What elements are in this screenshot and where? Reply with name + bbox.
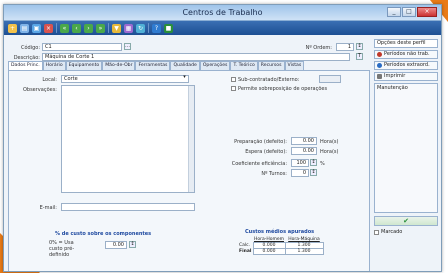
sobreposicao-checkbox[interactable] xyxy=(231,86,236,91)
coeficiente-unit: % xyxy=(320,161,325,167)
manutencao-label: Manutenção xyxy=(377,85,408,91)
report-icon[interactable]: ▦ xyxy=(124,23,133,33)
tab-horario[interactable]: Horário xyxy=(42,61,66,70)
confirm-check-icon[interactable]: ✔ xyxy=(374,216,438,226)
turnos-input[interactable]: 0 xyxy=(291,169,309,177)
title-bar: Centros de Trabalho _ □ × xyxy=(4,5,441,21)
toolbar-separator xyxy=(148,23,149,33)
subcontratado-checkbox[interactable] xyxy=(231,77,236,82)
turnos-spinner[interactable]: ↕ xyxy=(310,169,317,176)
custos-cell: 1.300 xyxy=(284,248,324,255)
custo-componentes-spinner[interactable]: ↕ xyxy=(129,241,136,248)
preparacao-unit: Hora(s) xyxy=(320,139,339,145)
coeficiente-spinner[interactable]: ↕ xyxy=(310,159,317,166)
tab-bar: Dados Princ. Horário Equipamento Mão-de-… xyxy=(8,61,370,70)
delete-icon[interactable]: × xyxy=(44,23,53,33)
coeficiente-input[interactable]: 100 xyxy=(291,159,309,167)
coeficiente-label: Coeficiente eficiência: xyxy=(231,161,287,167)
descricao-input[interactable]: Máquina de Corte 1 xyxy=(42,53,350,61)
marcado-label: Marcado xyxy=(381,229,403,235)
maximize-button[interactable]: □ xyxy=(402,7,416,17)
tab-qualidade[interactable]: Qualidade xyxy=(170,61,200,70)
preparacao-label: Preparação (defeito): xyxy=(234,139,287,145)
ordem-label: Nº Ordem: xyxy=(305,45,332,51)
toolbar: + ▤ ▣ × « ‹ › » ▼ ▦ ↻ ? ■ xyxy=(4,21,441,35)
new-icon[interactable]: + xyxy=(8,23,17,33)
custos-medios-title: Custos médios apurados xyxy=(245,229,315,235)
custos-cell: 0.000 xyxy=(252,248,286,255)
subcontratado-select[interactable] xyxy=(319,75,341,83)
tab-tempo-teorico[interactable]: T. Teórico xyxy=(230,61,258,70)
local-select[interactable]: Corte xyxy=(61,75,189,83)
tab-recursos[interactable]: Recursos xyxy=(257,61,285,70)
tab-dados-principais[interactable]: Dados Princ. xyxy=(8,61,43,70)
marcado-row: Marcado xyxy=(374,229,440,235)
save-icon[interactable]: ▣ xyxy=(32,23,41,33)
periodos-nao-trab-button[interactable]: Períodos não trab. xyxy=(374,50,438,59)
custo-componentes-input[interactable]: 0.00 xyxy=(105,241,127,249)
espera-unit: Hora(s) xyxy=(320,149,339,155)
printer-icon xyxy=(377,74,382,79)
email-input[interactable] xyxy=(61,203,195,211)
minimize-button[interactable]: _ xyxy=(387,7,401,17)
tab-equipamento[interactable]: Equipamento xyxy=(65,61,103,70)
custos-col-hora-homem: Hora-Homem xyxy=(253,237,285,242)
tab-vistas[interactable]: Vistas xyxy=(284,61,305,70)
email-label: E-mail: xyxy=(39,205,57,211)
profile-options-label: Opções deste perfil xyxy=(377,40,426,46)
translate-icon[interactable]: T xyxy=(356,53,363,60)
periodos-nao-trab-label: Períodos não trab. xyxy=(384,51,430,57)
tab-ferramentas[interactable]: Ferramentas xyxy=(135,61,171,70)
imprimir-label: Imprimir xyxy=(384,73,406,79)
marcado-checkbox[interactable] xyxy=(374,229,379,235)
custos-col-hora-maquina: Hora-Máquina xyxy=(288,237,320,242)
ordem-input[interactable]: 1 xyxy=(336,43,354,51)
first-icon[interactable]: « xyxy=(60,23,69,33)
toolbar-separator xyxy=(56,23,57,33)
textarea-scrollbar[interactable] xyxy=(188,86,194,192)
custo-componentes-title: % de custo sobre os componentes xyxy=(55,231,152,237)
turnos-label: Nº Turnos: xyxy=(261,171,287,177)
side-panel: Opções deste perfil Períodos não trab. P… xyxy=(374,39,440,235)
tab-operacoes[interactable]: Operações xyxy=(199,61,231,70)
espera-input[interactable]: 0.00 xyxy=(291,147,317,155)
ordem-spinner[interactable]: ↕ xyxy=(356,43,363,50)
exit-icon[interactable]: ■ xyxy=(164,23,173,33)
calendar-icon xyxy=(377,63,382,68)
observacoes-label: Observações: xyxy=(22,87,57,93)
local-label: Local: xyxy=(42,77,57,83)
tab-panel: Local: Corte ▾ Observações: E-mail: Sub-… xyxy=(8,70,370,271)
last-icon[interactable]: » xyxy=(96,23,105,33)
toolbar-separator xyxy=(108,23,109,33)
chevron-down-icon[interactable]: ▾ xyxy=(181,75,188,82)
periodos-extraord-label: Períodos extraord. xyxy=(384,62,430,68)
calendar-icon xyxy=(377,52,382,57)
prev-icon[interactable]: ‹ xyxy=(72,23,81,33)
window-title: Centros de Trabalho xyxy=(182,8,263,17)
filter-icon[interactable]: ▼ xyxy=(112,23,121,33)
close-button[interactable]: × xyxy=(417,7,437,17)
codigo-input[interactable]: C1 xyxy=(42,43,122,51)
espera-label: Espera (defeito): xyxy=(245,149,287,155)
manutencao-panel: Manutenção xyxy=(374,83,438,213)
periodos-extraord-button[interactable]: Períodos extraord. xyxy=(374,61,438,70)
preparacao-input[interactable]: 0.00 xyxy=(291,137,317,145)
profile-options-dropdown[interactable]: Opções deste perfil xyxy=(374,39,438,48)
custo-componentes-hint: 0% = Usa custo pré-definido xyxy=(49,240,75,258)
codigo-lookup-icon[interactable]: … xyxy=(124,43,131,50)
subcontratado-label: Sub-contratado/Externo: xyxy=(238,77,300,83)
codigo-label: Código: xyxy=(20,45,40,51)
main-window: Centros de Trabalho _ □ × + ▤ ▣ × « ‹ › … xyxy=(3,4,442,272)
help-icon[interactable]: ? xyxy=(152,23,161,33)
open-icon[interactable]: ▤ xyxy=(20,23,29,33)
next-icon[interactable]: › xyxy=(84,23,93,33)
custos-table: Hora-Homem Hora-Máquina Calc. 0.000 1.30… xyxy=(239,237,324,255)
tab-mao-de-obra[interactable]: Mão-de-Obr xyxy=(102,61,136,70)
refresh-icon[interactable]: ↻ xyxy=(136,23,145,33)
imprimir-button[interactable]: Imprimir xyxy=(374,72,438,81)
sobreposicao-label: Permite sobreposição de operações xyxy=(238,86,328,92)
custos-row-label: Final xyxy=(239,249,252,254)
observacoes-textarea[interactable] xyxy=(61,85,195,193)
